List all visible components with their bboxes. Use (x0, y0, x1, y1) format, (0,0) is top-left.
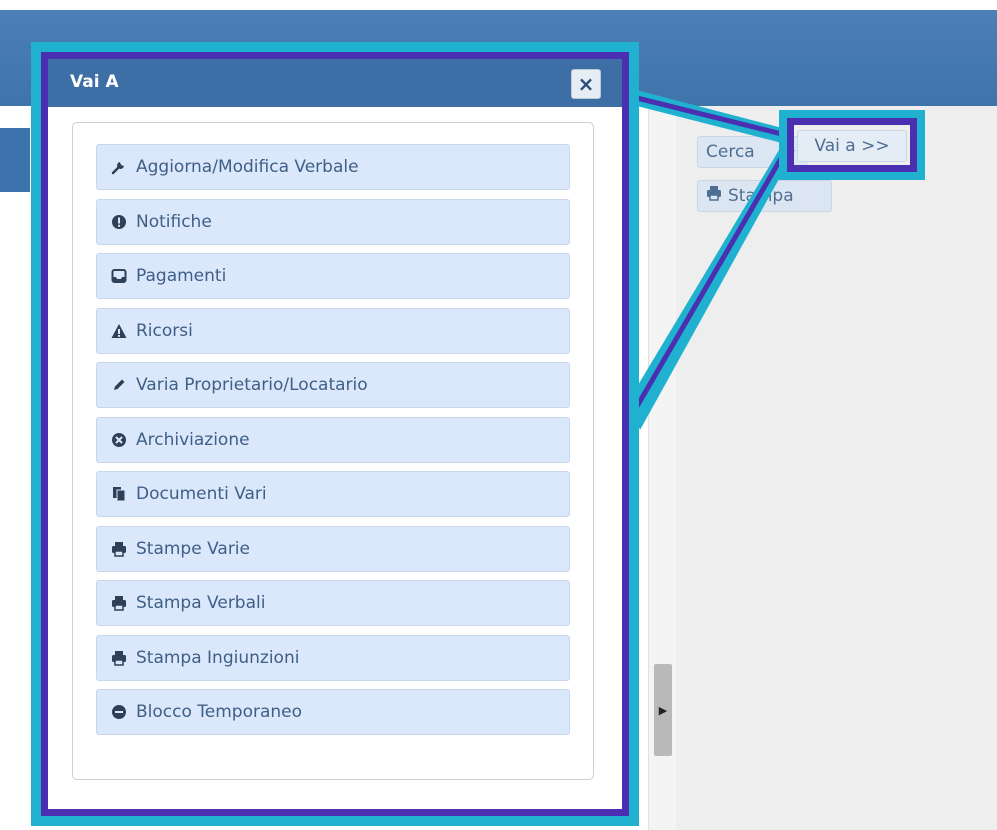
menu-item-label: Blocco Temporaneo (136, 702, 303, 722)
documents-icon (111, 486, 127, 502)
menu-item-label: Pagamenti (136, 266, 227, 286)
menu-item-label: Aggiorna/Modifica Verbale (136, 157, 359, 177)
menu-item-blocco-temporaneo[interactable]: Blocco Temporaneo (96, 689, 570, 735)
left-nav-strip (0, 128, 30, 192)
right-panel (676, 106, 997, 830)
menu-item-ricorsi[interactable]: Ricorsi (96, 307, 570, 354)
caret-right-icon: ▶ (658, 703, 668, 717)
close-icon: × (577, 72, 595, 96)
menu-item-archiviazione[interactable]: Archiviazione (96, 416, 570, 463)
menu-item-stampa-verbali[interactable]: Stampa Verbali (96, 580, 570, 626)
menu-item-label: Documenti Vari (136, 484, 267, 504)
print-icon (706, 181, 722, 211)
print-icon (111, 595, 127, 611)
menu-item-label: Notifiche (136, 211, 212, 232)
vai-a-highlight-inner (787, 118, 917, 172)
pencil-icon (111, 377, 127, 393)
wrench-icon (111, 159, 127, 175)
close-button[interactable]: × (571, 69, 601, 99)
stampa-button[interactable]: Stampa (697, 180, 832, 212)
dialog-body: Aggiorna/Modifica Verbale Notifiche Paga… (72, 122, 594, 780)
print-icon (111, 650, 127, 666)
minus-circle-icon (111, 704, 127, 720)
warning-icon (111, 323, 127, 339)
menu-item-notifiche[interactable]: Notifiche (96, 198, 570, 245)
menu-item-stampe-varie[interactable]: Stampe Varie (96, 525, 570, 572)
menu-item-label: Varia Proprietario/Locatario (136, 375, 368, 395)
menu-list: Aggiorna/Modifica Verbale Notifiche Paga… (96, 144, 570, 744)
print-icon (111, 541, 127, 557)
stampa-label: Stampa (728, 186, 794, 206)
menu-item-label: Stampa Ingiunzioni (136, 647, 300, 668)
menu-item-label: Stampe Varie (136, 538, 250, 559)
cerca-label: Cerca (706, 142, 755, 162)
menu-item-label: Ricorsi (136, 320, 193, 341)
times-circle-icon (111, 432, 127, 448)
menu-item-pagamenti[interactable]: Pagamenti (96, 253, 570, 299)
vai-a-dialog: Vai A × Aggiorna/Modifica Verbale Notifi… (48, 59, 622, 809)
menu-item-stampa-ingiunzioni[interactable]: Stampa Ingiunzioni (96, 634, 570, 681)
menu-item-label: Stampa Verbali (136, 593, 266, 613)
dialog-header: Vai A × (48, 59, 622, 107)
menu-item-aggiorna-modifica-verbale[interactable]: Aggiorna/Modifica Verbale (96, 144, 570, 190)
menu-item-documenti-vari[interactable]: Documenti Vari (96, 471, 570, 517)
menu-item-label: Archiviazione (136, 429, 250, 450)
inbox-icon (111, 268, 127, 284)
dialog-title: Vai A (70, 72, 119, 92)
collapse-handle[interactable]: ▶ (654, 664, 672, 756)
menu-item-varia-proprietario-locatario[interactable]: Varia Proprietario/Locatario (96, 362, 570, 408)
exclamation-circle-icon (111, 214, 127, 230)
